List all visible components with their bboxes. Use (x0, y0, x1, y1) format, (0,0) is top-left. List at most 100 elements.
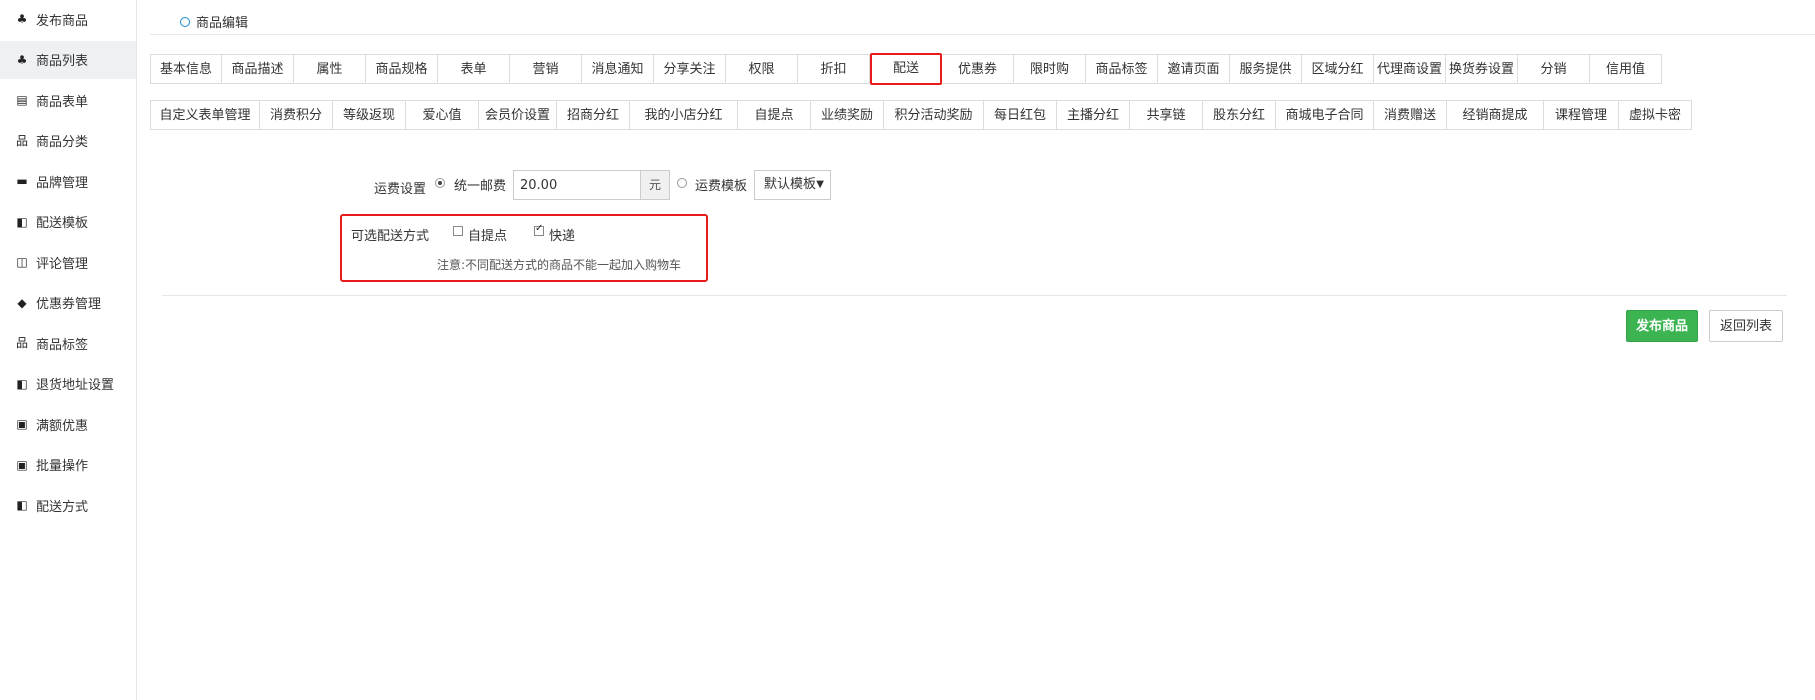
tab[interactable]: 业绩奖励 (811, 100, 884, 130)
truck-icon: ◧ (16, 376, 28, 391)
sidebar-item-label: 批量操作 (36, 459, 89, 474)
sitemap-icon: 品 (15, 133, 28, 148)
sidebar-item[interactable]: ▣ 批量操作 (0, 446, 136, 484)
tab[interactable]: 共享链 (1130, 100, 1203, 130)
checkbox-express-label[interactable]: 快递 (549, 225, 575, 244)
tab[interactable]: 商城电子合同 (1276, 100, 1374, 130)
checkbox-pickup-label[interactable]: 自提点 (468, 225, 507, 244)
checkbox-pickup[interactable] (453, 226, 463, 236)
publish-button[interactable]: 发布商品 (1626, 310, 1698, 342)
sidebar-item[interactable]: ▣ 满额优惠 (0, 405, 136, 443)
tab[interactable]: 爱心值 (406, 100, 479, 130)
delivery-note: 注意:不同配送方式的商品不能一起加入购物车 (437, 258, 682, 272)
tab[interactable]: 商品规格 (366, 54, 438, 84)
tab[interactable]: 积分活动奖励 (884, 100, 984, 130)
tab[interactable]: 会员价设置 (479, 100, 557, 130)
sitemap-icon: 品 (15, 336, 28, 350)
tab[interactable]: 表单 (438, 54, 510, 84)
cubes-icon: ♣ (16, 52, 28, 67)
tab[interactable]: 限时购 (1014, 54, 1086, 84)
tab[interactable]: 配送 (870, 53, 942, 85)
tab[interactable]: 权限 (726, 54, 798, 84)
price-unit-addon: 元 (640, 170, 670, 200)
tab[interactable]: 每日红包 (984, 100, 1057, 130)
tab[interactable]: 自提点 (738, 100, 811, 130)
tab[interactable]: 虚拟卡密 (1619, 100, 1692, 130)
checkbox-express[interactable] (534, 223, 544, 236)
tab[interactable]: 区域分红 (1302, 54, 1374, 84)
caret-down-icon: ▼ (816, 179, 824, 190)
tab-row-1: 基本信息 商品描述 属性 商品规格 表单 营销 消息通知 分享关注 权限 折扣 配送 优惠券 限时购 商品… (150, 53, 1662, 85)
briefcase-icon: ▬ (16, 174, 28, 188)
sidebar-item-label: 评论管理 (36, 256, 89, 272)
sidebar-item[interactable]: ◧ 配送方式 (0, 486, 136, 524)
tab[interactable]: 等级返现 (333, 100, 406, 130)
tab[interactable]: 消息通知 (582, 54, 654, 84)
sidebar-item[interactable]: ▬ 品牌管理 (0, 162, 136, 200)
tab[interactable]: 信用值 (1590, 54, 1662, 84)
sidebar-item-label: 品牌管理 (36, 175, 89, 191)
breadcrumb-divider (150, 34, 1815, 35)
delivery-label: 可选配送方式 (351, 229, 430, 244)
radio-unified-shipping-label[interactable]: 统一邮费 (454, 175, 506, 194)
cubes-icon: ♣ (16, 12, 28, 26)
tab[interactable]: 我的小店分红 (630, 100, 738, 130)
tab[interactable]: 课程管理 (1544, 100, 1619, 130)
radio-shipping-template[interactable] (677, 178, 687, 188)
sidebar-item-label: 退货地址设置 (36, 378, 115, 393)
tab[interactable]: 换货券设置 (1446, 54, 1518, 84)
sidebar-item-label: 配送模板 (36, 216, 89, 231)
breadcrumb: 商品编辑 (180, 12, 248, 31)
sidebar-item-label: 配送方式 (36, 499, 89, 515)
breadcrumb-label: 商品编辑 (196, 16, 249, 31)
sidebar-item[interactable]: ◧ 配送模板 (0, 203, 136, 241)
truck-icon: ◧ (16, 214, 28, 229)
sidebar-item-label: 商品分类 (36, 135, 89, 150)
main-content: 商品编辑 基本信息 商品描述 属性 商品规格 表单 营销 消息通知 分享关注 权限 折扣 配送 优惠券… (150, 0, 1815, 700)
columns-icon: ◫ (16, 255, 28, 269)
sidebar-item[interactable]: 品商品分类 (0, 122, 136, 160)
sidebar-item[interactable]: ▤ 商品表单 (0, 81, 136, 119)
tab[interactable]: 属性 (294, 54, 366, 84)
sidebar-item-label: 发布商品 (36, 13, 89, 29)
tab[interactable]: 主播分红 (1057, 100, 1130, 130)
sidebar-item[interactable]: ◫ 评论管理 (0, 243, 136, 281)
sidebar: ♣ 发布商品 ♣ 商品列表 ▤ 商品表单品商品分类 ▬ 品牌管理 ◧ 配送模板 ◫ 评论管理 ◆ 优惠券管… (0, 0, 137, 700)
radio-shipping-template-label[interactable]: 运费模板 (695, 175, 747, 194)
sidebar-item-label: 商品列表 (36, 54, 89, 69)
tab-row-2: 自定义表单管理 消费积分 等级返现 爱心值 会员价设置 招商分红 我的小店分红 自提点 业绩奖励… (150, 100, 1692, 130)
radio-unified-shipping[interactable] (435, 178, 445, 188)
tab[interactable]: 折扣 (798, 54, 870, 84)
document-icon: ▤ (16, 93, 28, 107)
tab[interactable]: 商品描述 (222, 54, 294, 84)
tab[interactable]: 代理商设置 (1374, 54, 1446, 84)
tab[interactable]: 股东分红 (1203, 100, 1276, 130)
sidebar-item[interactable]: 品商品标签 (0, 324, 136, 362)
tab[interactable]: 经销商提成 (1447, 100, 1544, 130)
sidebar-item[interactable]: ♣ 发布商品 (0, 0, 136, 38)
back-to-list-button[interactable]: 返回列表 (1709, 310, 1783, 342)
tab[interactable]: 营销 (510, 54, 582, 84)
gift-icon: ▣ (16, 417, 28, 431)
tab[interactable]: 基本信息 (150, 54, 222, 84)
tab[interactable]: 邀请页面 (1158, 54, 1230, 84)
tab[interactable]: 分销 (1518, 54, 1590, 84)
sidebar-item[interactable]: ◆ 优惠券管理 (0, 284, 136, 322)
tab[interactable]: 自定义表单管理 (150, 100, 260, 130)
tab[interactable]: 优惠券 (942, 54, 1014, 84)
form-divider (162, 295, 1787, 296)
sidebar-item-label: 优惠券管理 (36, 297, 102, 312)
shipping-template-select[interactable]: 默认模板 ▼ (754, 170, 831, 200)
gift-icon: ▣ (16, 457, 28, 472)
tab[interactable]: 服务提供 (1230, 54, 1302, 84)
tab[interactable]: 招商分红 (557, 100, 630, 130)
sidebar-item[interactable]: ♣ 商品列表 (0, 40, 136, 79)
unified-shipping-price-input[interactable] (513, 170, 640, 200)
sidebar-item[interactable]: ◧ 退货地址设置 (0, 365, 136, 403)
tab[interactable]: 商品标签 (1086, 54, 1158, 84)
tags-icon: ◆ (17, 295, 27, 310)
tab[interactable]: 消费积分 (260, 100, 333, 130)
tab[interactable]: 分享关注 (654, 54, 726, 84)
tab[interactable]: 消费赠送 (1374, 100, 1447, 130)
sidebar-item-label: 商品标签 (36, 337, 89, 353)
